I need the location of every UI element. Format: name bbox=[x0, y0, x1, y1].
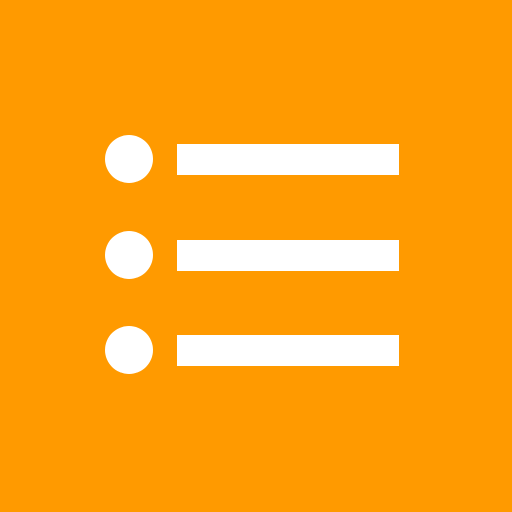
list-line bbox=[177, 240, 399, 271]
list-line bbox=[177, 335, 399, 366]
list-row bbox=[0, 135, 512, 183]
list-icon bbox=[0, 0, 512, 512]
list-line bbox=[177, 144, 399, 175]
bullet-dot bbox=[105, 326, 153, 374]
bullet-dot bbox=[105, 231, 153, 279]
list-row bbox=[0, 326, 512, 374]
list-row bbox=[0, 231, 512, 279]
bullet-dot bbox=[105, 135, 153, 183]
